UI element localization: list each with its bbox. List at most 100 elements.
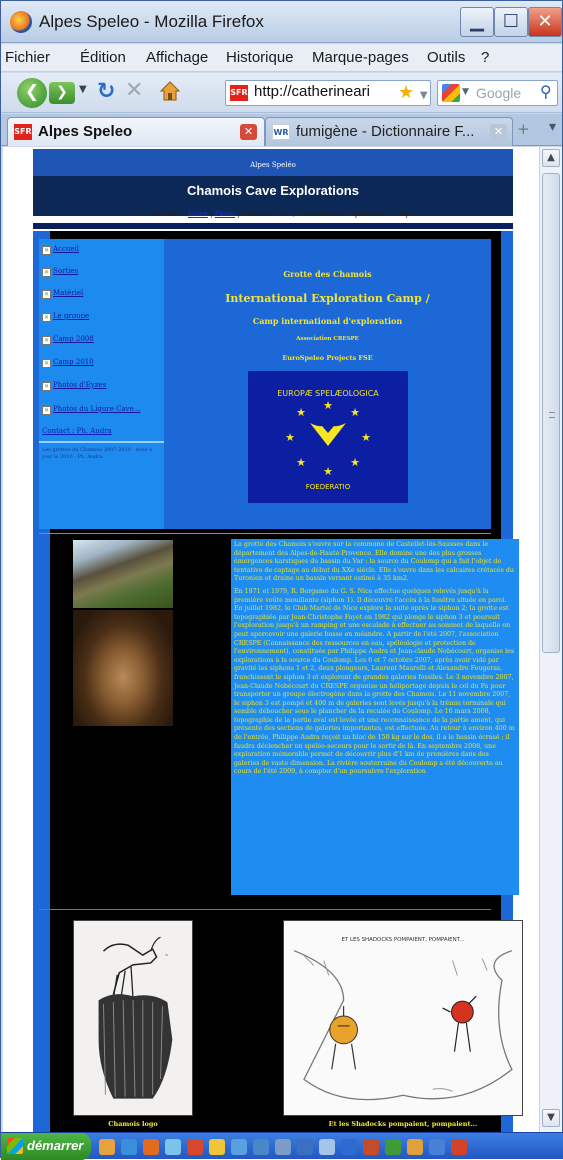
- quicklaunch-app11-icon[interactable]: [429, 1139, 445, 1155]
- projects-name: EuroSpeleo Projects FSE: [282, 354, 373, 362]
- europe-speleo-flag-logo: EUROPÆ SPELÆOLOGICA FOEDERATIO ★ ★ ★ ★ ★…: [248, 371, 408, 503]
- nav-item-sorties[interactable]: ✕ Sorties: [42, 267, 78, 277]
- menu-edition[interactable]: Édition: [80, 49, 126, 66]
- quicklaunch-app10-icon[interactable]: [407, 1139, 423, 1155]
- flag-top-text: EUROPÆ SPELÆOLOGICA: [277, 389, 379, 398]
- page-header: Alpes Speléo Chamois Cave Explorations: [33, 149, 513, 216]
- scrollbar-thumb[interactable]: [542, 173, 560, 653]
- bookmark-star-icon[interactable]: ★ ▼: [398, 82, 430, 105]
- home-icon[interactable]: [159, 80, 181, 102]
- association-name: Association CRESPE: [296, 336, 359, 342]
- scroll-up-icon[interactable]: ▲: [542, 149, 560, 167]
- quicklaunch-app4-icon[interactable]: [275, 1139, 291, 1155]
- close-window-button[interactable]: ✕: [528, 7, 562, 37]
- image-placeholder-icon: ✕: [42, 290, 51, 299]
- quicklaunch-app12-icon[interactable]: [451, 1139, 467, 1155]
- quicklaunch-app7-icon[interactable]: [341, 1139, 357, 1155]
- history-dropdown-icon[interactable]: ▼: [79, 84, 87, 95]
- window-title: Alpes Speleo - Mozilla Firefox: [39, 12, 264, 31]
- nav-item-camp-2010[interactable]: ✕ Camp 2010: [42, 358, 94, 368]
- image-placeholder-icon: ✕: [42, 382, 51, 391]
- nav-item-photos-ligure[interactable]: ✕ Photos du Ligure Cave...: [42, 405, 140, 415]
- tab-list-icon[interactable]: ▾: [549, 119, 556, 135]
- image-placeholder-icon: ✕: [42, 336, 51, 345]
- taskbar: démarrer: [1, 1132, 563, 1160]
- forward-button[interactable]: ❯: [49, 82, 75, 104]
- breadcrumb-link-photo[interactable]: Photo: [215, 210, 235, 218]
- search-box[interactable]: ▼ Google ⚲: [437, 80, 558, 106]
- nav-item-materiel[interactable]: ✕ Matériel: [42, 289, 83, 299]
- new-tab-icon[interactable]: +: [517, 120, 530, 138]
- menu-outils[interactable]: Outils: [427, 49, 465, 66]
- quicklaunch-app8-icon[interactable]: [363, 1139, 379, 1155]
- address-bar[interactable]: SFR http://catherineari ★ ▼: [225, 80, 431, 106]
- breadcrumb-link-index[interactable]: Index: [188, 210, 208, 218]
- quicklaunch-ie-icon[interactable]: [99, 1139, 115, 1155]
- image-placeholder-icon: ✕: [42, 359, 51, 368]
- firefox-logo-icon: [10, 11, 32, 33]
- minimize-button[interactable]: ▁: [460, 7, 494, 37]
- close-tab-icon[interactable]: ✕: [240, 124, 257, 140]
- navigation-toolbar: ❮ ❯ ▼ ↻ ✕ SFR http://catherineari ★ ▼ ▼ …: [1, 73, 562, 113]
- page-viewport: Alpes Speléo Chamois Cave Explorations Y…: [3, 147, 539, 1132]
- menu-historique[interactable]: Historique: [226, 49, 294, 66]
- main-subtitle: International Exploration Camp /: [225, 292, 430, 305]
- nav-item-photos-eyzes[interactable]: ✕ Photos d'Eyzes: [42, 381, 106, 391]
- stop-icon[interactable]: ✕: [125, 78, 143, 103]
- caption-shadocks: Et les Shadocks pompaient, pompaient...: [328, 1120, 478, 1128]
- quicklaunch-desktop-icon[interactable]: [121, 1139, 137, 1155]
- quicklaunch-media-icon[interactable]: [165, 1139, 181, 1155]
- quicklaunch-firefox-icon[interactable]: [143, 1139, 159, 1155]
- caption-chamois-logo: Chamois logo: [108, 1120, 158, 1128]
- section-divider-bottom: [39, 909, 491, 910]
- cave-entrance-photo: [73, 610, 173, 726]
- svg-text:~: ~: [164, 953, 168, 959]
- address-text: http://catherineari: [254, 83, 370, 100]
- nav-item-groupe[interactable]: ✕ Le groupe: [42, 312, 89, 322]
- tab-label: Alpes Speleo: [38, 123, 133, 140]
- close-tab-icon[interactable]: ✕: [490, 124, 507, 140]
- google-engine-icon[interactable]: [442, 84, 460, 102]
- sfr-favicon-icon: SFR: [14, 124, 32, 140]
- site-favicon-icon: SFR: [230, 85, 248, 101]
- image-placeholder-icon: ✕: [42, 313, 51, 322]
- vertical-scrollbar[interactable]: ▲ ▼: [539, 147, 562, 1132]
- quicklaunch-app6-icon[interactable]: [319, 1139, 335, 1155]
- quicklaunch-app3-icon[interactable]: [253, 1139, 269, 1155]
- scroll-down-icon[interactable]: ▼: [542, 1109, 560, 1127]
- breadcrumb-sep: |: [210, 210, 213, 218]
- menu-fichier[interactable]: Fichier: [5, 49, 50, 66]
- image-placeholder-icon: ✕: [42, 246, 51, 255]
- start-button[interactable]: démarrer: [1, 1133, 91, 1160]
- menu-help[interactable]: ?: [481, 49, 489, 66]
- nav-item-camp-2008[interactable]: ✕ Camp 2008: [42, 335, 94, 345]
- menu-affichage[interactable]: Affichage: [146, 49, 208, 66]
- article-paragraph-1: La grotte des Chamois s'ouvre sur la com…: [234, 541, 514, 583]
- tab-fumigene[interactable]: WR fumigène - Dictionnaire F... ✕: [265, 117, 513, 146]
- tab-alpes-speleo[interactable]: SFR Alpes Speleo ✕: [7, 117, 265, 146]
- menu-bar: Fichier Édition Affichage Historique Mar…: [1, 44, 562, 72]
- article-text-box: La grotte des Chamois s'ouvre sur la com…: [231, 539, 519, 895]
- maximize-button[interactable]: ☐: [494, 7, 528, 37]
- contact-link[interactable]: Contact : Ph. Audra: [42, 427, 112, 435]
- quicklaunch-app2-icon[interactable]: [231, 1139, 247, 1155]
- search-icon[interactable]: ⚲: [540, 82, 552, 101]
- start-label: démarrer: [27, 1138, 84, 1153]
- main-panel: Grotte des Chamois International Explora…: [164, 239, 491, 529]
- flag-star: ★: [323, 399, 333, 412]
- flag-star: ★: [350, 406, 360, 419]
- reload-icon[interactable]: ↻: [97, 79, 115, 104]
- quicklaunch-folder-icon[interactable]: [209, 1139, 225, 1155]
- quicklaunch-app5-icon[interactable]: [297, 1139, 313, 1155]
- quicklaunch-app9-icon[interactable]: [385, 1139, 401, 1155]
- main-subtitle-fr: Camp international d'exploration: [252, 316, 403, 326]
- nav-item-accueil[interactable]: ✕ Accueil: [42, 245, 79, 255]
- quicklaunch-app-icon[interactable]: [187, 1139, 203, 1155]
- search-placeholder: Google: [476, 85, 522, 101]
- menu-marque-pages[interactable]: Marque-pages: [312, 49, 409, 66]
- back-button[interactable]: ❮: [17, 78, 47, 108]
- breadcrumb-current: | Chamois Cave, International Exploratio…: [237, 210, 410, 218]
- windows-logo-icon: [7, 1138, 23, 1154]
- flag-star: ★: [285, 431, 295, 444]
- flag-bottom-text: FOEDERATIO: [306, 483, 351, 491]
